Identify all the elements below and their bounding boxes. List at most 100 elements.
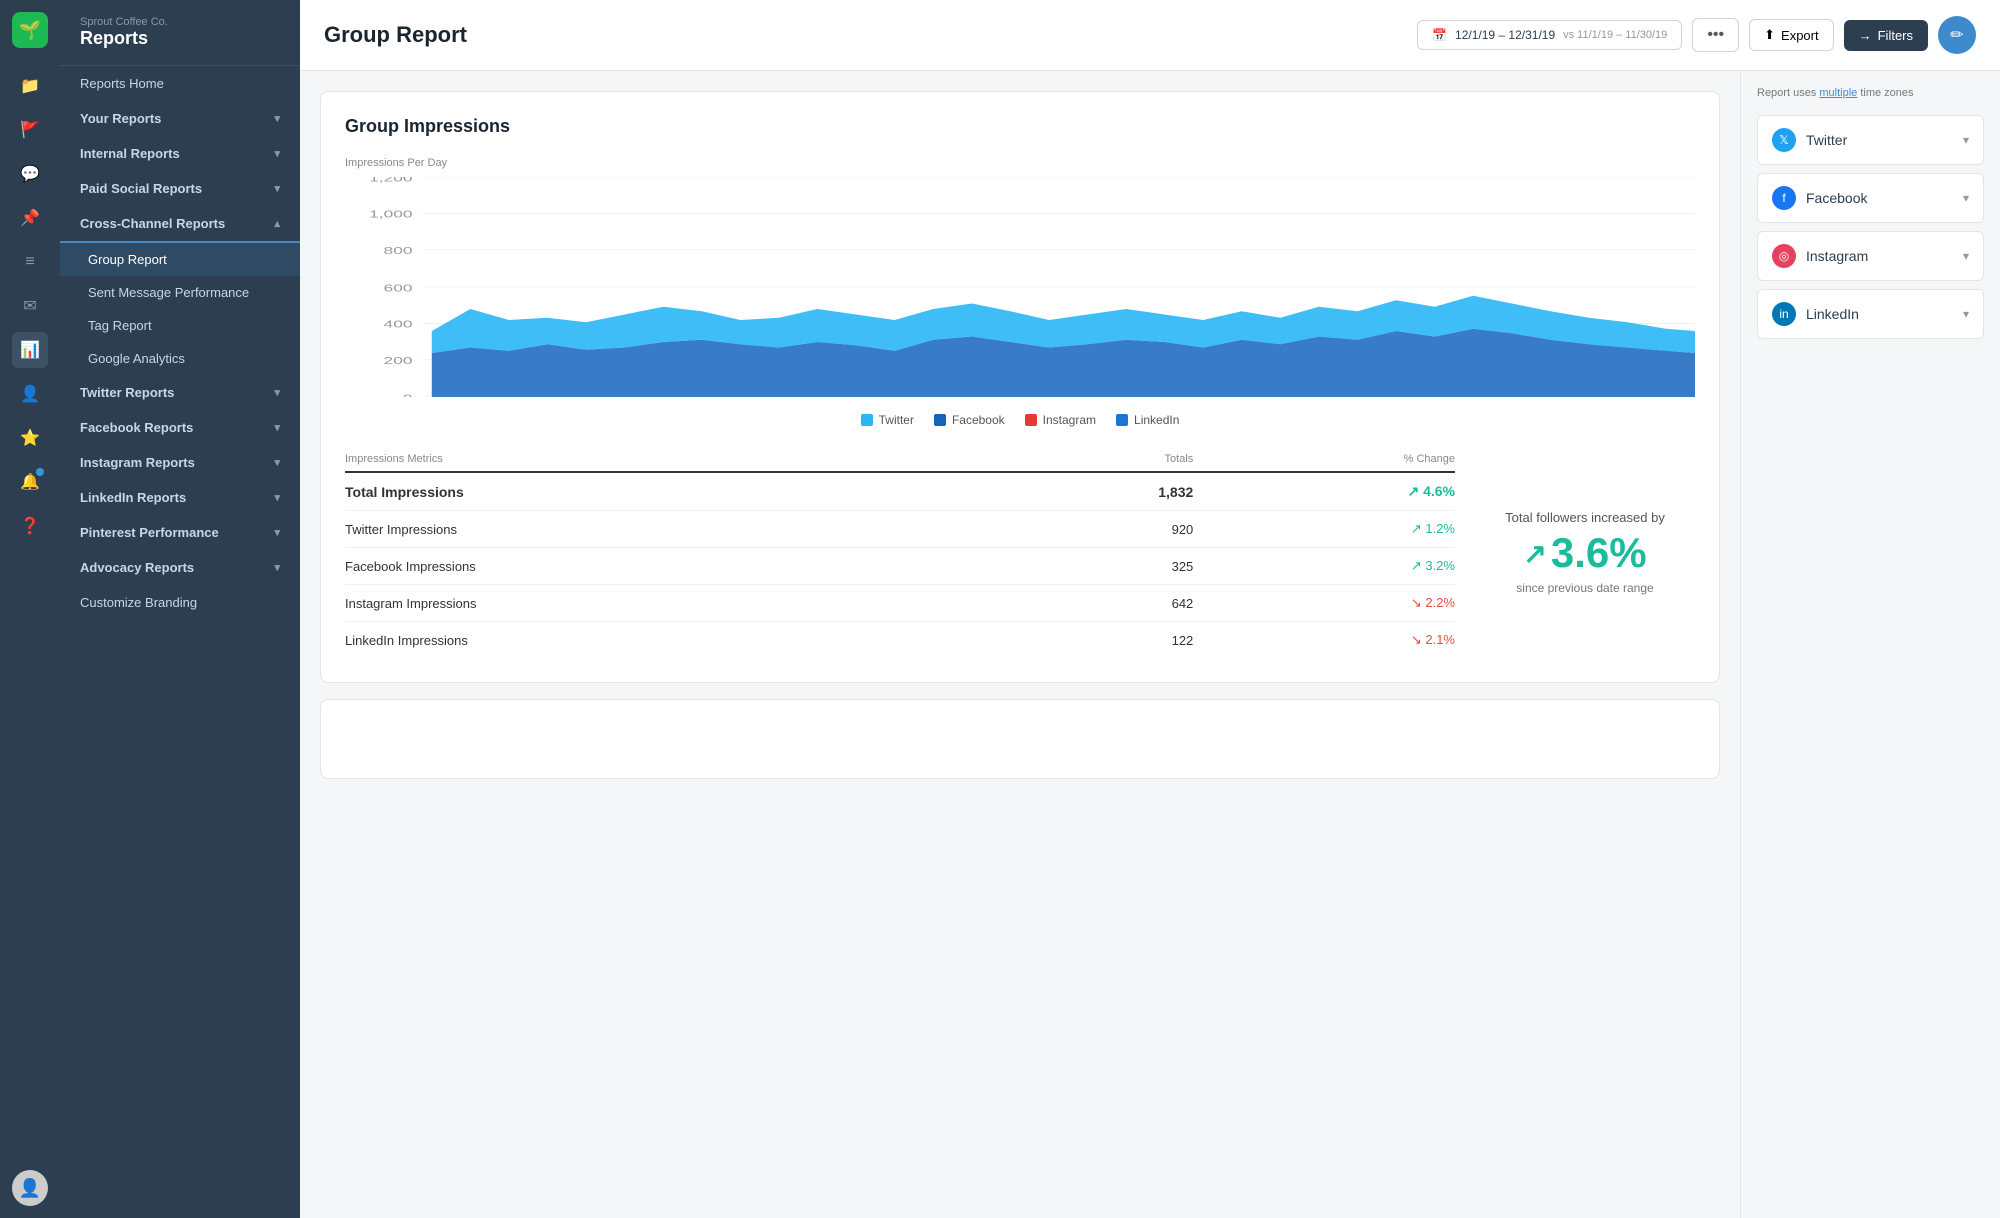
export-button[interactable]: ⬆ Export xyxy=(1749,19,1833,51)
chart-legend: Twitter Facebook Instagram LinkedIn xyxy=(345,413,1695,427)
chart-card-title: Group Impressions xyxy=(345,116,1695,137)
nav-sent-message[interactable]: Sent Message Performance xyxy=(60,276,300,309)
legend-linkedin: LinkedIn xyxy=(1116,413,1179,427)
nav-internal-reports[interactable]: Internal Reports ▾ xyxy=(60,136,300,171)
main-content: Group Report 📅 12/1/19 – 12/31/19 vs 11/… xyxy=(300,0,2000,1218)
metric-total: 642 xyxy=(1015,585,1194,622)
metric-label: Total Impressions xyxy=(345,472,1015,511)
channel-chevron: ▾ xyxy=(1963,133,1969,147)
channel-item-twitter[interactable]: 𝕏 Twitter ▾ xyxy=(1757,115,1984,165)
chevron-icon: ▾ xyxy=(274,491,280,504)
metric-label: Instagram Impressions xyxy=(345,585,1015,622)
nav-icon-help[interactable]: ❓ xyxy=(12,508,48,544)
content-area: Group Impressions Impressions Per Day 1,… xyxy=(300,71,2000,1218)
chart-svg: 1,200 1,000 800 600 400 200 0 xyxy=(345,177,1695,397)
nav-customize[interactable]: Customize Branding xyxy=(60,585,300,620)
metric-change: ↘ 2.1% xyxy=(1193,622,1455,659)
svg-text:200: 200 xyxy=(384,355,413,366)
facebook-icon: f xyxy=(1772,186,1796,210)
chart-card: Group Impressions Impressions Per Day 1,… xyxy=(320,91,1720,683)
chart-area: 1,200 1,000 800 600 400 200 0 xyxy=(345,177,1695,397)
top-bar-actions: 📅 12/1/19 – 12/31/19 vs 11/1/19 – 11/30/… xyxy=(1417,16,1976,54)
channel-chevron: ▾ xyxy=(1963,307,1969,321)
more-icon: ••• xyxy=(1707,26,1724,44)
nav-icon-star[interactable]: ⭐ xyxy=(12,420,48,456)
edit-button[interactable]: ✏ xyxy=(1938,16,1976,54)
chevron-icon: ▾ xyxy=(274,386,280,399)
col-metrics-header: Impressions Metrics xyxy=(345,447,1015,472)
col-totals-header: Totals xyxy=(1015,447,1194,472)
chevron-icon: ▾ xyxy=(274,526,280,539)
more-button[interactable]: ••• xyxy=(1692,18,1739,52)
date-range-button[interactable]: 📅 12/1/19 – 12/31/19 vs 11/1/19 – 11/30/… xyxy=(1417,20,1682,50)
chevron-icon: ▾ xyxy=(274,456,280,469)
user-avatar[interactable]: 👤 xyxy=(12,1170,48,1206)
filters-button[interactable]: → Filters xyxy=(1844,20,1928,51)
metrics-table: Impressions Metrics Totals % Change Tota… xyxy=(345,447,1455,658)
twitter-icon: 𝕏 xyxy=(1772,128,1796,152)
nav-twitter-reports[interactable]: Twitter Reports ▾ xyxy=(60,375,300,410)
right-sidebar: Report uses multiple time zones 𝕏 Twitte… xyxy=(1740,71,2000,1218)
nav-icon-flag[interactable]: 🚩 xyxy=(12,112,48,148)
col-change-header: % Change xyxy=(1193,447,1455,472)
notification-dot xyxy=(36,468,44,476)
chevron-icon: ▾ xyxy=(274,112,280,125)
follower-percentage: ↗ 3.6% xyxy=(1523,529,1646,577)
chevron-icon: ▾ xyxy=(274,421,280,434)
nav-tag-report[interactable]: Tag Report xyxy=(60,309,300,342)
nav-icon-list[interactable]: ≡ xyxy=(12,244,48,280)
nav-group-report[interactable]: Group Report xyxy=(60,243,300,276)
legend-facebook: Facebook xyxy=(934,413,1005,427)
nav-advocacy[interactable]: Advocacy Reports ▾ xyxy=(60,550,300,585)
channel-chevron: ▾ xyxy=(1963,249,1969,263)
nav-icon-pin[interactable]: 📌 xyxy=(12,200,48,236)
filters-icon: → xyxy=(1859,28,1872,43)
legend-twitter: Twitter xyxy=(861,413,914,427)
metrics-section: Impressions Metrics Totals % Change Tota… xyxy=(345,447,1695,658)
metric-change: ↗ 4.6% xyxy=(1193,472,1455,511)
metric-total: 1,832 xyxy=(1015,472,1194,511)
vs-label: vs 11/1/19 – 11/30/19 xyxy=(1563,29,1667,41)
nav-header: Sprout Coffee Co. Reports xyxy=(60,0,300,66)
channel-name: Instagram xyxy=(1806,248,1868,264)
nav-facebook-reports[interactable]: Facebook Reports ▾ xyxy=(60,410,300,445)
chevron-icon: ▾ xyxy=(274,182,280,195)
metric-label: Facebook Impressions xyxy=(345,548,1015,585)
timezone-link[interactable]: multiple xyxy=(1819,87,1857,99)
report-main: Group Impressions Impressions Per Day 1,… xyxy=(300,71,1740,1218)
nav-paid-social[interactable]: Paid Social Reports ▾ xyxy=(60,171,300,206)
app-logo: 🌱 xyxy=(12,12,48,48)
timezone-note: Report uses multiple time zones xyxy=(1757,87,1984,99)
channel-item-instagram[interactable]: ◎ Instagram ▾ xyxy=(1757,231,1984,281)
channel-item-facebook[interactable]: f Facebook ▾ xyxy=(1757,173,1984,223)
nav-icon-chart[interactable]: 📊 xyxy=(12,332,48,368)
nav-google-analytics[interactable]: Google Analytics xyxy=(60,342,300,375)
nav-reports-home[interactable]: Reports Home xyxy=(60,66,300,101)
nav-your-reports[interactable]: Your Reports ▾ xyxy=(60,101,300,136)
chevron-icon: ▴ xyxy=(274,217,280,230)
nav-icon-send[interactable]: ✉ xyxy=(12,288,48,324)
legend-instagram: Instagram xyxy=(1025,413,1096,427)
nav-icon-folder[interactable]: 📁 xyxy=(12,68,48,104)
follower-box: Total followers increased by ↗ 3.6% sinc… xyxy=(1475,447,1695,658)
date-range-text: 12/1/19 – 12/31/19 xyxy=(1455,28,1555,42)
metric-total: 325 xyxy=(1015,548,1194,585)
nav-instagram-reports[interactable]: Instagram Reports ▾ xyxy=(60,445,300,480)
metric-label: LinkedIn Impressions xyxy=(345,622,1015,659)
nav-icon-chat[interactable]: 💬 xyxy=(12,156,48,192)
nav-pinterest[interactable]: Pinterest Performance ▾ xyxy=(60,515,300,550)
channel-item-linkedin[interactable]: in LinkedIn ▾ xyxy=(1757,289,1984,339)
nav-icon-person[interactable]: 👤 xyxy=(12,376,48,412)
metric-label: Twitter Impressions xyxy=(345,511,1015,548)
metric-change: ↗ 3.2% xyxy=(1193,548,1455,585)
follower-label: Total followers increased by xyxy=(1505,510,1665,525)
linkedin-icon: in xyxy=(1772,302,1796,326)
nav-linkedin-reports[interactable]: LinkedIn Reports ▾ xyxy=(60,480,300,515)
svg-text:600: 600 xyxy=(384,282,413,293)
nav-cross-channel[interactable]: Cross-Channel Reports ▴ xyxy=(60,206,300,243)
svg-text:400: 400 xyxy=(384,319,413,330)
channels-list: 𝕏 Twitter ▾ f Facebook ▾ ◎ Instagram ▾ i… xyxy=(1757,115,1984,339)
page-title: Group Report xyxy=(324,22,467,48)
svg-text:1,200: 1,200 xyxy=(369,177,413,184)
nav-icon-bell[interactable]: 🔔 xyxy=(12,464,48,500)
